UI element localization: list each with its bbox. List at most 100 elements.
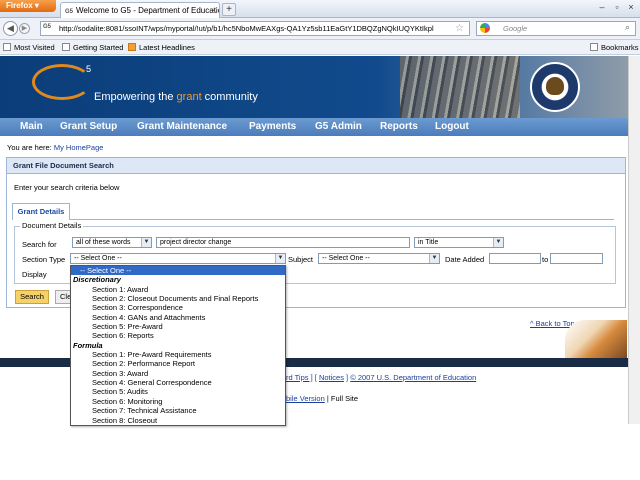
vertical-scrollbar[interactable] [628,56,640,424]
to-label: to [542,255,549,264]
footer-tips-link[interactable]: rd Tips ] [286,373,313,382]
section-type-label: Section Type [22,255,66,264]
dropdown-option[interactable]: Section 1: Pre-Award Requirements [71,350,285,359]
bookmark-label: Most Visited [14,43,55,52]
bookmark-getting-started[interactable]: Getting Started [62,40,123,55]
search-button[interactable]: Search [15,290,49,304]
chevron-down-icon: ▼ [429,254,439,263]
forward-button-icon[interactable]: ▶ [19,23,30,34]
bookmark-label: Getting Started [73,43,124,52]
search-scope-select[interactable]: in Title ▼ [414,237,504,248]
dropdown-option[interactable]: Section 3: Award [71,369,285,378]
section-type-dropdown-list[interactable]: -- Select One -- Discretionary Section 1: … [70,265,286,426]
new-tab-button[interactable]: + [222,3,236,16]
back-button-icon[interactable]: ◀ [3,21,18,36]
dropdown-group-label: Discretionary [73,275,121,285]
bookmark-folder-icon [3,43,11,51]
dropdown-option[interactable]: Section 3: Correspondence [71,303,285,312]
section-type-value: -- Select One -- [74,255,122,262]
bookmark-latest-headlines[interactable]: Latest Headlines [128,40,195,55]
fieldset-legend: Document Details [20,221,84,230]
bookmark-most-visited[interactable]: Most Visited [3,40,55,55]
eagle-icon [546,77,564,95]
address-bar[interactable]: http://sodalite:8081/ssoINT/wps/myportal… [40,21,470,36]
panel-title: Grant File Document Search [7,158,625,174]
nav-reports[interactable]: Reports [380,118,418,136]
nav-grant-setup[interactable]: Grant Setup [60,118,117,136]
search-for-label: Search for [22,240,57,249]
date-from-input[interactable] [489,253,541,264]
dropdown-option[interactable]: Section 5: Pre-Award [71,322,285,331]
site-version-links: bile Version | Full Site [286,394,358,403]
dropdown-option[interactable]: Section 7: Technical Assistance [71,406,285,415]
dropdown-option[interactable]: Section 6: Monitoring [71,397,285,406]
bookmark-label: Latest Headlines [139,43,195,52]
site-identity-icon[interactable]: G5 [43,24,51,30]
breadcrumb-home-link[interactable]: My HomePage [54,143,104,152]
search-text-value: project director change [160,239,232,246]
minimize-icon[interactable]: – [596,2,608,12]
tagline-part: Empowering the [94,91,177,103]
dropdown-option[interactable]: Section 4: GANs and Attachments [71,313,285,322]
dropdown-option[interactable]: Section 8: Closeout [71,416,285,425]
footer-links: rd Tips ] [ Notices ] © 2007 U.S. Depart… [286,373,476,382]
date-to-input[interactable] [550,253,603,264]
chevron-down-icon: ▼ [141,238,151,247]
search-icon[interactable]: ⌕ [625,22,630,33]
url-text: http://sodalite:8081/ssoINT/wps/myportal… [59,24,434,33]
web-search-box[interactable]: Google [476,21,636,36]
dropdown-option[interactable]: Section 6: Reports [71,331,285,340]
footer-copyright-link[interactable]: © 2007 U.S. Department of Education [350,373,476,382]
match-mode-select[interactable]: all of these words ▼ [72,237,152,248]
tagline-part: community [201,91,258,103]
dropdown-option[interactable]: Section 1: Award [71,285,285,294]
tagline: Empowering the grant community [94,91,258,103]
search-placeholder: Google [503,24,528,33]
dropdown-option[interactable]: -- Select One -- [71,266,285,276]
tagline-grant: grant [176,91,202,103]
breadcrumb-prefix: You are here: [7,143,54,152]
bookmark-star-icon[interactable]: ☆ [455,21,464,36]
footer-notices-link[interactable]: Notices [319,373,344,382]
dropdown-option[interactable]: Section 2: Closeout Documents and Final … [71,294,285,303]
nav-g5-admin[interactable]: G5 Admin [315,118,362,136]
search-text-input[interactable]: project director change [156,237,410,248]
firefox-menu-button[interactable]: Firefox ▾ [0,0,56,12]
department-of-education-seal [530,62,580,112]
back-to-top-link[interactable]: ^ Back to Top [530,319,575,328]
dropdown-option[interactable]: Section 5: Audits [71,387,285,396]
library-photo [400,56,520,118]
match-mode-value: all of these words [76,239,131,246]
search-scope-value: in Title [418,239,439,246]
subject-select[interactable]: -- Select One -- ▼ [318,253,440,264]
g5-favicon-icon: G5 [65,9,74,15]
panel-instructions: Enter your search criteria below [14,183,120,192]
bookmarks-menu[interactable]: Bookmarks [590,40,639,55]
tab-grant-details[interactable]: Grant Details [12,203,70,220]
g5-logo [32,64,92,100]
dropdown-option[interactable]: Section 2: Performance Report [71,359,285,368]
browser-tab[interactable]: G5 Welcome to G5 - Department of Educatio… [60,2,220,18]
mobile-version-link[interactable]: bile Version [286,394,325,403]
date-added-label: Date Added [445,255,485,264]
section-type-select[interactable]: -- Select One -- ▼ [70,253,286,264]
nav-main[interactable]: Main [20,118,43,136]
page-icon [62,43,70,51]
dropdown-group-label: Formula [73,340,103,350]
nav-logout[interactable]: Logout [435,118,469,136]
g5-logo-text: G5 [86,64,91,80]
logo-superscript: 5 [86,64,92,74]
footer-decorative-image [565,320,627,358]
dropdown-option[interactable]: Section 4: General Correspondence [71,378,285,387]
chevron-down-icon: ▼ [275,254,285,263]
rss-icon [128,43,136,51]
close-window-icon[interactable]: × [625,2,637,12]
google-engine-icon[interactable] [480,23,490,33]
tab-title: Welcome to G5 - Department of Educatio..… [76,6,220,15]
full-site-label: | Full Site [324,394,358,403]
nav-grant-maintenance[interactable]: Grant Maintenance [137,118,227,136]
nav-payments[interactable]: Payments [249,118,296,136]
display-label: Display [22,270,47,279]
maximize-icon[interactable]: ▫ [611,2,623,12]
close-tab-icon[interactable]: × [211,3,216,18]
